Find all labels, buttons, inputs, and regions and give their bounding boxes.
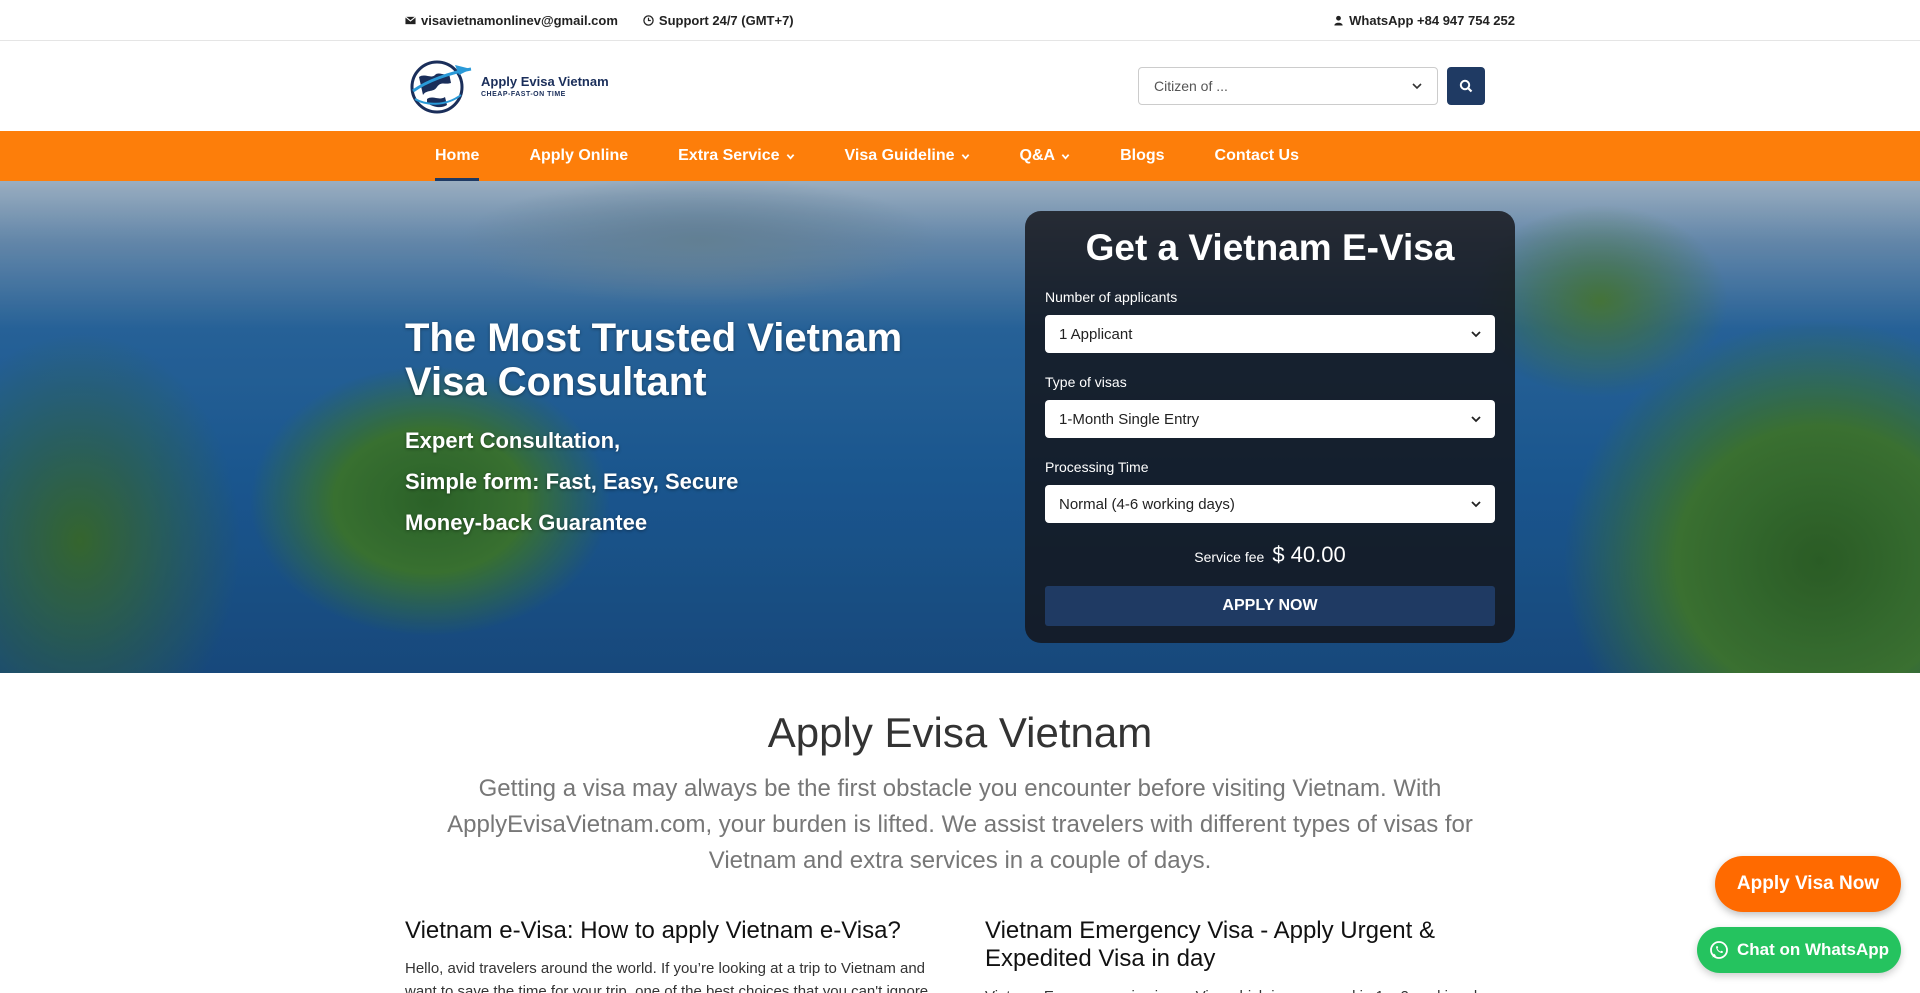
article-title[interactable]: Vietnam Emergency Visa - Apply Urgent & … — [985, 917, 1515, 973]
applicants-select[interactable]: 1 Applicant — [1045, 315, 1495, 353]
service-fee: Service fee $ 40.00 — [1045, 542, 1495, 568]
user-icon — [1334, 15, 1343, 26]
envelope-icon — [405, 15, 416, 24]
chevron-down-icon — [1412, 83, 1422, 90]
whatsapp-icon — [1710, 941, 1728, 959]
article-text: Vietnam Emergency visa is a e-Visa which… — [985, 985, 1515, 993]
applicants-value: 1 Applicant — [1059, 325, 1133, 343]
chat-whatsapp-label: Chat on WhatsApp — [1736, 940, 1890, 959]
nav-label: Blogs — [1120, 147, 1165, 164]
citizen-select-value: Citizen of ... — [1154, 78, 1228, 94]
nav-item-qa[interactable]: Q&A — [1020, 131, 1071, 181]
processing-label: Processing Time — [1045, 459, 1149, 475]
chevron-down-icon — [961, 153, 969, 160]
visa-form-title: Get a Vietnam E-Visa — [1085, 227, 1455, 268]
top-bar: visavietnamonlinev@gmail.com Support 24/… — [0, 0, 1920, 41]
site-header: Apply Evisa Vietnam CHEAP-FAST-ON TIME C… — [0, 41, 1920, 131]
nav-label: Extra Service — [678, 147, 780, 164]
nav-label: Contact Us — [1214, 147, 1299, 164]
applicants-label: Number of applicants — [1045, 289, 1178, 305]
logo-title: Apply Evisa Vietnam — [481, 74, 609, 89]
apply-now-button[interactable]: APPLY NOW — [1045, 586, 1495, 626]
main-content: Apply Evisa Vietnam Getting a visa may a… — [0, 673, 1920, 993]
processing-value: Normal (4-6 working days) — [1059, 495, 1235, 513]
service-fee-label: Service fee — [1194, 549, 1265, 565]
topbar-support: Support 24/7 (GMT+7) — [643, 13, 794, 28]
nav-label: Home — [435, 147, 480, 164]
clock-icon — [643, 14, 654, 26]
visa-type-label: Type of visas — [1045, 374, 1127, 390]
nav-item-contact-us[interactable]: Contact Us — [1215, 131, 1299, 181]
citizen-select[interactable]: Citizen of ... — [1138, 67, 1438, 105]
topbar-whatsapp[interactable]: WhatsApp +84 947 754 252 — [1333, 13, 1515, 28]
article-text: Hello, avid travelers around the world. … — [405, 960, 929, 993]
visa-type-value: 1-Month Single Entry — [1059, 410, 1200, 428]
chevron-down-icon — [786, 153, 794, 160]
main-title: Apply Evisa Vietnam — [767, 709, 1153, 756]
search-button[interactable] — [1447, 67, 1485, 105]
chevron-down-icon — [1471, 416, 1481, 423]
hero-title: The Most Trusted Vietnam Visa Consultant — [405, 316, 903, 404]
processing-select[interactable]: Normal (4-6 working days) — [1045, 485, 1495, 523]
logo-tagline: CHEAP-FAST-ON TIME — [481, 91, 566, 98]
nav-item-visa-guideline[interactable]: Visa Guideline — [845, 131, 970, 181]
globe-plane-icon — [410, 60, 472, 114]
topbar-whatsapp-text: WhatsApp +84 947 754 252 — [1349, 12, 1515, 28]
visa-type-select[interactable]: 1-Month Single Entry — [1045, 400, 1495, 438]
chevron-down-icon — [1471, 331, 1481, 338]
hero-banner: The Most Trusted Vietnam Visa Consultant… — [0, 181, 1920, 673]
site-logo[interactable]: Apply Evisa Vietnam CHEAP-FAST-ON TIME — [405, 55, 609, 117]
hero-text: The Most Trusted Vietnam Visa Consultant… — [405, 316, 965, 543]
apply-visa-now-button[interactable]: Apply Visa Now — [1715, 856, 1901, 912]
hero-line: Expert Consultation, — [405, 428, 621, 453]
search-icon — [1459, 79, 1473, 93]
hero-line: Simple form: Fast, Easy, Secure — [405, 469, 739, 494]
hero-line: Money-back Guarantee — [405, 510, 648, 535]
nav-item-apply-online[interactable]: Apply Online — [529, 131, 628, 181]
chat-whatsapp-button[interactable]: Chat on WhatsApp — [1697, 927, 1901, 973]
service-fee-value: $ 40.00 — [1272, 542, 1346, 567]
article-card: Vietnam e-Visa: How to apply Vietnam e-V… — [405, 917, 935, 993]
article-title[interactable]: Vietnam e-Visa: How to apply Vietnam e-V… — [405, 917, 935, 945]
main-nav: Home Apply Online Extra Service Visa Gui… — [0, 131, 1920, 181]
article-card: Vietnam Emergency Visa - Apply Urgent & … — [985, 917, 1515, 993]
visa-form-card: Get a Vietnam E-Visa Number of applicant… — [1025, 211, 1515, 643]
main-intro: Getting a visa may always be the first o… — [447, 775, 1473, 874]
nav-label: Apply Online — [529, 147, 629, 164]
topbar-email[interactable]: visavietnamonlinev@gmail.com — [405, 13, 618, 28]
nav-item-extra-service[interactable]: Extra Service — [678, 131, 794, 181]
nav-label: Q&A — [1019, 147, 1056, 164]
citizen-search: Citizen of ... — [1138, 67, 1485, 105]
nav-item-blogs[interactable]: Blogs — [1120, 131, 1164, 181]
topbar-email-text: visavietnamonlinev@gmail.com — [421, 12, 618, 28]
nav-label: Visa Guideline — [844, 147, 955, 164]
topbar-support-text: Support 24/7 (GMT+7) — [658, 12, 794, 28]
chevron-down-icon — [1471, 501, 1481, 508]
chevron-down-icon — [1061, 153, 1070, 160]
nav-item-home[interactable]: Home — [435, 131, 480, 181]
